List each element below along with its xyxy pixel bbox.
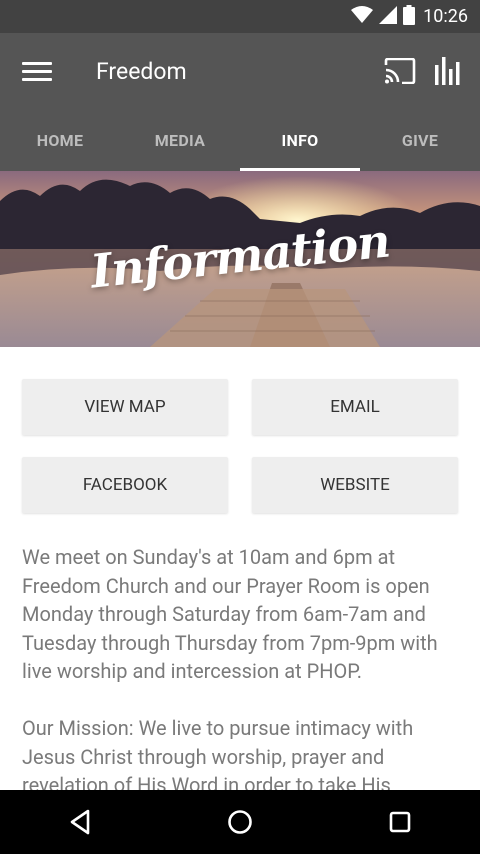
info-paragraph: We meet on Sunday's at 10am and 6pm at F… <box>22 545 438 683</box>
website-button[interactable]: WEBSITE <box>252 457 458 513</box>
recents-icon[interactable] <box>370 792 430 852</box>
battery-icon <box>403 4 416 29</box>
system-nav-bar <box>0 790 480 854</box>
tab-media[interactable]: MEDIA <box>120 109 240 171</box>
status-icons <box>351 4 416 29</box>
tab-info[interactable]: INFO <box>240 109 360 171</box>
stats-icon[interactable] <box>424 47 472 95</box>
menu-icon[interactable] <box>22 61 52 81</box>
back-icon[interactable] <box>50 792 110 852</box>
cast-icon[interactable] <box>376 47 424 95</box>
status-time: 10:26 <box>423 6 468 27</box>
wifi-icon <box>351 5 374 28</box>
app-bar: Freedom <box>0 33 480 109</box>
view-map-button[interactable]: VIEW MAP <box>22 379 228 435</box>
tab-home[interactable]: HOME <box>0 109 120 171</box>
home-icon[interactable] <box>210 792 270 852</box>
facebook-button[interactable]: FACEBOOK <box>22 457 228 513</box>
app-title: Freedom <box>96 57 187 85</box>
tab-bar: HOME MEDIA INFO GIVE <box>0 109 480 171</box>
tab-give[interactable]: GIVE <box>360 109 480 171</box>
signal-icon <box>379 5 398 28</box>
status-bar: 10:26 <box>0 0 480 33</box>
email-button[interactable]: EMAIL <box>252 379 458 435</box>
mission-paragraph: Our Mission: We live to pursue intimacy … <box>22 716 414 797</box>
hero-banner: Information <box>0 171 480 347</box>
